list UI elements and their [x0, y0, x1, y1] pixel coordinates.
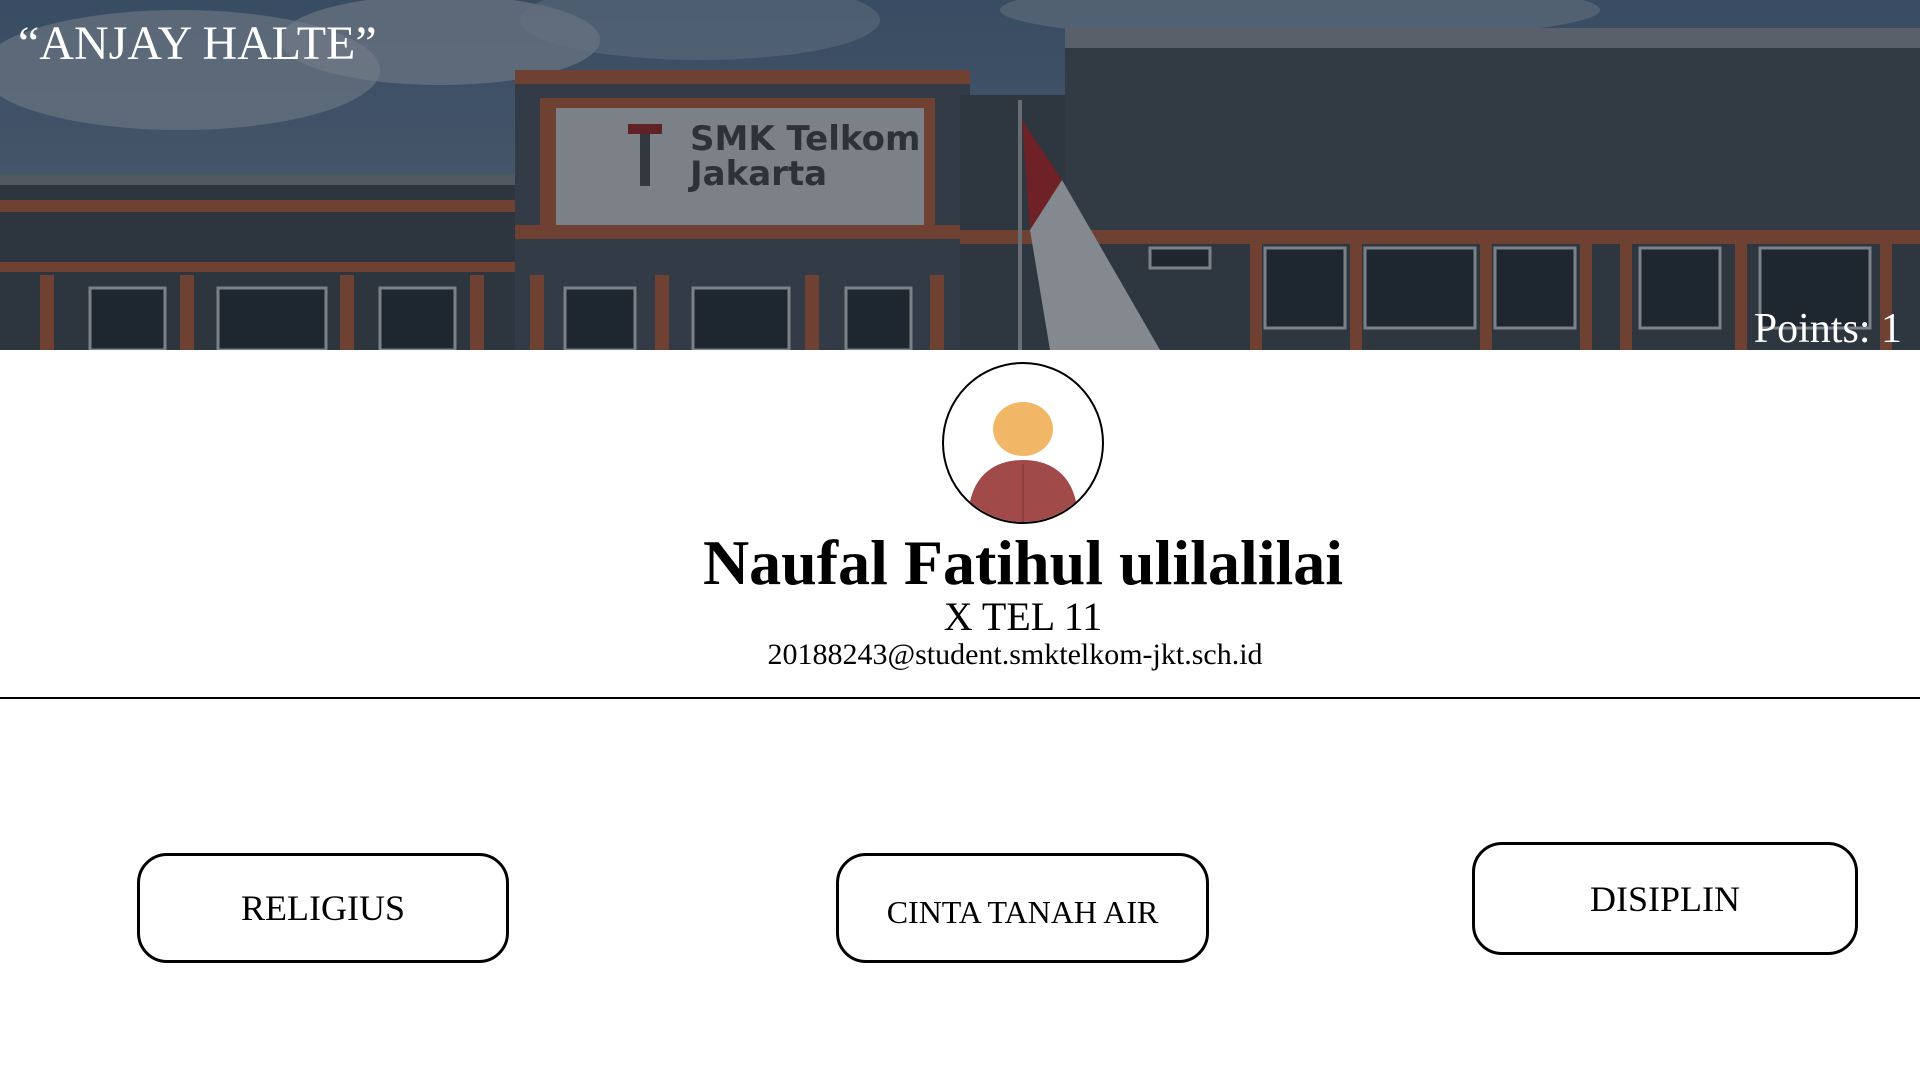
religius-button[interactable]: RELIGIUS — [137, 853, 509, 963]
disiplin-button[interactable]: DISIPLIN — [1472, 842, 1858, 955]
student-email: 20188243@student.smktelkom-jkt.sch.id — [767, 638, 1263, 671]
header-banner: SMK Telkom Jakarta “ANJAY HALTE” Points:… — [0, 0, 1920, 350]
student-class: X TEL 11 — [943, 594, 1103, 639]
banner-quote: “ANJAY HALTE” — [18, 17, 377, 70]
points-counter: Points: 1 — [1753, 306, 1902, 350]
user-avatar-icon — [968, 402, 1078, 522]
section-divider — [0, 697, 1920, 699]
cinta-tanah-air-button[interactable]: CINTA TANAH AIR — [836, 853, 1209, 963]
avatar[interactable] — [942, 362, 1104, 524]
student-name: Naufal Fatihul ulilalilai — [702, 527, 1344, 598]
